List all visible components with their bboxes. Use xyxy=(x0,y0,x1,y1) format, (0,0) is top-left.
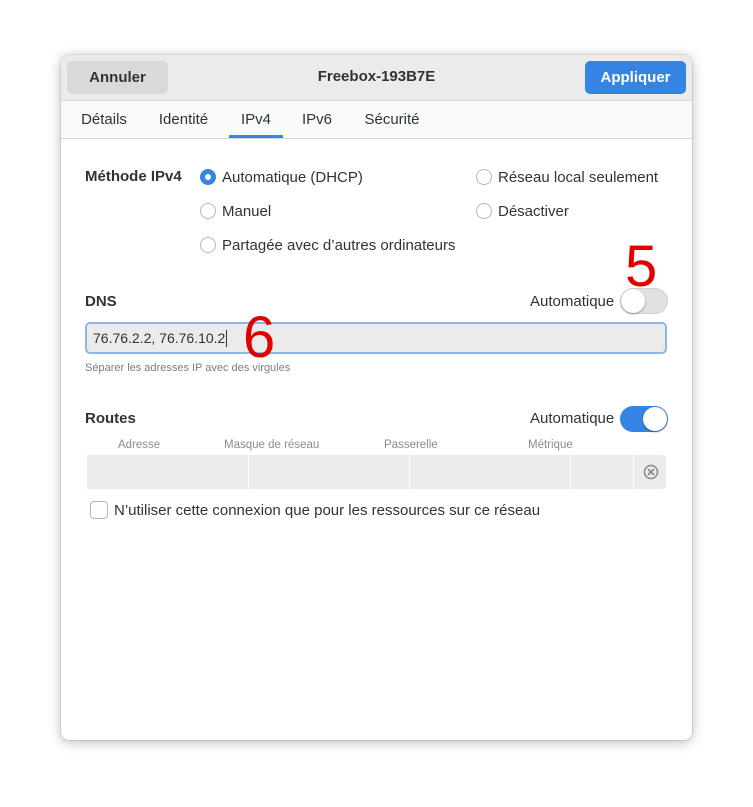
route-netmask-field[interactable] xyxy=(249,455,410,489)
column-header-address: Adresse xyxy=(118,439,161,451)
tab-ipv6[interactable]: IPv6 xyxy=(295,101,339,138)
dns-servers-input[interactable]: 76.76.2.2, 76.76.10.2 xyxy=(85,322,667,354)
radio-label: Automatique (DHCP) xyxy=(222,168,363,186)
tab-identity[interactable]: Identité xyxy=(150,101,217,138)
method-label: Méthode IPv4 xyxy=(85,168,182,185)
dns-auto-label: Automatique xyxy=(530,293,615,310)
route-entry-row xyxy=(87,455,666,489)
radio-label: Partagée avec d’autres ordinateurs xyxy=(222,236,456,254)
remove-circle-icon xyxy=(643,464,659,480)
column-header-netmask: Masque de réseau xyxy=(224,439,320,451)
routes-auto-label: Automatique xyxy=(530,410,615,427)
cancel-button[interactable]: Annuler xyxy=(67,61,168,94)
tab-bar: Détails Identité IPv4 IPv6 Sécurité xyxy=(61,101,692,139)
route-address-field[interactable] xyxy=(87,455,249,489)
tab-ipv4[interactable]: IPv4 xyxy=(229,101,283,138)
annotation-5: 5 xyxy=(625,234,658,299)
radio-indicator xyxy=(476,169,492,185)
column-header-gateway: Passerelle xyxy=(384,439,438,451)
radio-indicator xyxy=(476,203,492,219)
tab-security[interactable]: Sécurité xyxy=(357,101,427,138)
radio-indicator xyxy=(200,169,216,185)
annotation-6: 6 xyxy=(243,305,276,370)
radio-label: Désactiver xyxy=(498,202,569,220)
column-header-metric: Métrique xyxy=(528,439,573,451)
restrict-to-network-checkbox[interactable]: N’utiliser cette connexion que pour les … xyxy=(90,501,540,519)
radio-label: Manuel xyxy=(222,202,272,220)
apply-button[interactable]: Appliquer xyxy=(585,61,686,94)
checkbox-box xyxy=(90,501,108,519)
switch-knob xyxy=(643,407,667,431)
radio-indicator xyxy=(200,237,216,253)
dns-servers-value: 76.76.2.2, 76.76.10.2 xyxy=(93,330,226,346)
header-bar: Annuler Freebox-193B7E Appliquer xyxy=(61,55,692,101)
tab-details[interactable]: Détails xyxy=(71,101,137,138)
network-settings-dialog: Annuler Freebox-193B7E Appliquer Détails… xyxy=(61,55,692,740)
delete-route-button[interactable] xyxy=(636,455,666,489)
radio-local-only[interactable]: Réseau local seulement xyxy=(476,166,658,188)
routes-auto-switch[interactable] xyxy=(620,406,668,432)
radio-disable[interactable]: Désactiver xyxy=(476,200,569,222)
radio-shared[interactable]: Partagée avec d’autres ordinateurs xyxy=(200,234,455,256)
route-gateway-field[interactable] xyxy=(410,455,571,489)
radio-label: Réseau local seulement xyxy=(498,168,659,186)
radio-indicator xyxy=(200,203,216,219)
routes-label: Routes xyxy=(85,410,136,427)
dialog-title: Freebox-193B7E xyxy=(317,68,436,85)
radio-manual[interactable]: Manuel xyxy=(200,200,271,222)
radio-automatic-dhcp[interactable]: Automatique (DHCP) xyxy=(200,166,363,188)
route-metric-field[interactable] xyxy=(571,455,634,489)
text-caret xyxy=(226,329,228,347)
checkbox-label: N’utiliser cette connexion que pour les … xyxy=(114,501,541,519)
dns-label: DNS xyxy=(85,293,117,310)
